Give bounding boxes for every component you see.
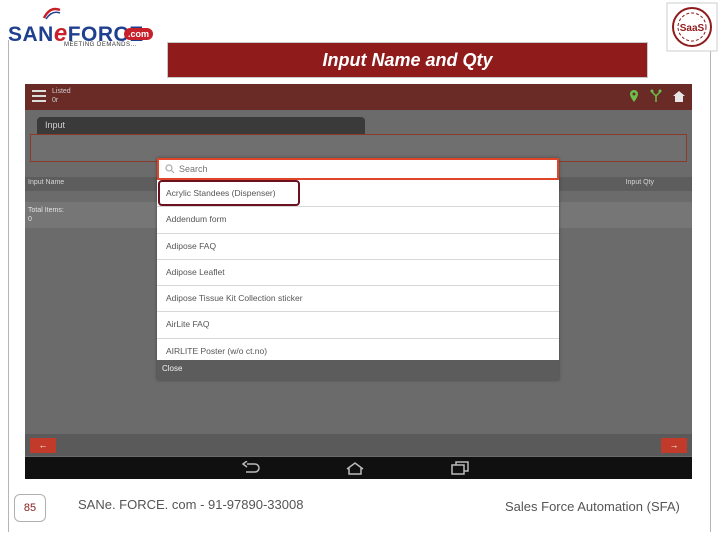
saas-badge-icon: SaaS [666,2,718,52]
bottom-nav-bar: ← → [25,434,692,456]
menu-icon[interactable] [32,90,46,102]
app-top-bar: Listed 0r [25,84,692,110]
close-button[interactable]: Close [157,360,559,380]
route-icon[interactable] [650,89,662,103]
list-item[interactable]: Adipose Tissue Kit Collection sticker [157,286,559,313]
slide-title: Input Name and Qty [322,50,493,70]
list-item[interactable]: AirLite FAQ [157,312,559,339]
selected-item-highlight [158,180,300,206]
location-pin-icon[interactable] [629,89,639,103]
app-screenshot: Listed 0r Input Input Name Input Qty Tot… [25,84,692,479]
top-action-icons [623,89,686,105]
list-item[interactable]: Adipose FAQ [157,234,559,260]
search-box [157,158,559,180]
column-input-qty: Input Qty [625,179,654,186]
page-number: 85 [14,494,46,522]
search-icon [165,164,175,174]
search-input[interactable] [179,162,549,176]
back-icon[interactable] [241,461,261,475]
slide-frame-left [8,40,22,532]
list-item[interactable]: Addendum form [157,207,559,234]
footer-contact: SANe. FORCE. com - 91-97890-33008 [78,497,304,512]
tab-input[interactable]: Input [37,117,365,134]
total-items-label: Total Items: [28,207,64,214]
slide-frame-right [697,40,711,532]
footer-product: Sales Force Automation (SFA) [505,499,680,514]
logo-swoosh-icon [42,7,61,20]
listed-indicator: Listed 0r [52,88,71,104]
svg-text:SaaS: SaaS [680,23,705,34]
previous-button[interactable]: ← [30,438,56,453]
recent-apps-icon[interactable] [450,461,470,475]
column-input-name: Input Name [28,179,65,186]
logo-com-badge: .com [124,28,154,40]
saneforce-logo: SANeFORCE .com MEETING DEMANDS... [2,2,164,54]
home-icon[interactable] [672,89,686,103]
total-items-value: 0 [28,216,32,223]
android-system-bar [25,457,692,479]
logo-tagline: MEETING DEMANDS... [64,42,138,48]
next-button[interactable]: → [661,438,687,453]
slide-title-bar: Input Name and Qty [167,42,648,78]
home-nav-icon[interactable] [345,461,365,475]
item-list: Acrylic Standees (Dispenser) Addendum fo… [157,181,559,366]
list-item[interactable]: Adipose Leaflet [157,260,559,287]
